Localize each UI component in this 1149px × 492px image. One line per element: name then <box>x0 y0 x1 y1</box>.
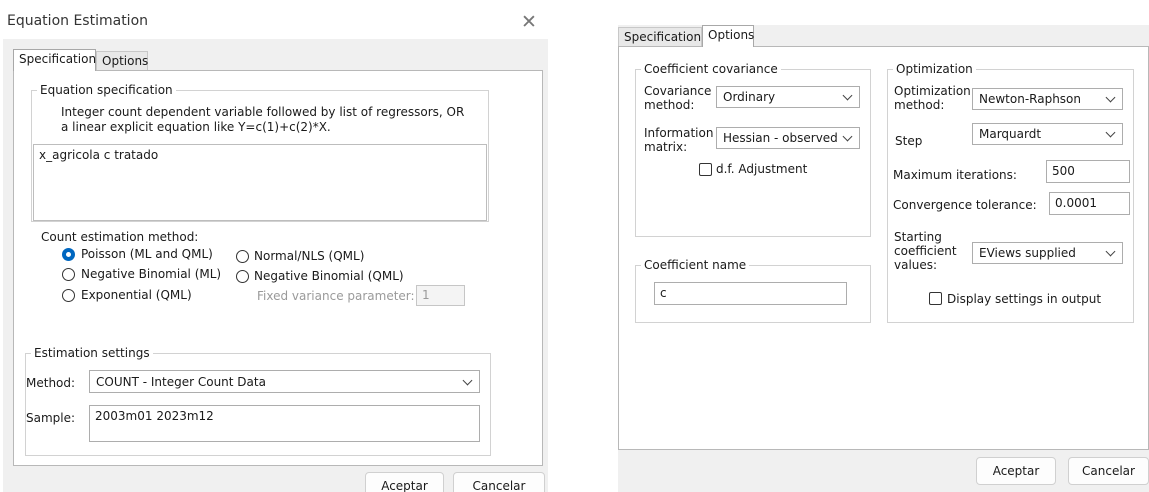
start-label-2: coefficient <box>894 244 957 258</box>
step-value: Marquardt <box>979 127 1042 141</box>
estimation-settings-label: Estimation settings <box>31 346 153 360</box>
tab-options[interactable]: Options <box>96 51 148 70</box>
cov-method-select[interactable]: Ordinary <box>716 86 860 108</box>
fixed-variance-label: Fixed variance parameter: <box>257 289 415 303</box>
fixed-variance-input[interactable]: 1 <box>416 285 465 306</box>
sample-input[interactable]: 2003m01 2023m12 <box>89 405 480 442</box>
sample-label: Sample: <box>26 411 76 425</box>
ok-button[interactable]: Aceptar <box>365 472 444 492</box>
dialog-title: Equation Estimation <box>7 13 149 29</box>
opt-method-label-2: method: <box>894 98 945 112</box>
tab-options-right[interactable]: Options <box>702 25 754 47</box>
equation-help-line2: a linear explicit equation like Y=c(1)+c… <box>61 120 331 134</box>
ok-button-right[interactable]: Aceptar <box>976 457 1056 485</box>
chevron-down-icon <box>1105 246 1116 257</box>
close-icon[interactable]: ✕ <box>516 9 542 35</box>
ok-button-right-label: Aceptar <box>992 464 1040 478</box>
radio-normal-nls-label: Normal/NLS (QML) <box>254 249 365 263</box>
chevron-down-icon <box>842 131 853 142</box>
radio-normal-nls[interactable] <box>236 250 249 263</box>
info-matrix-select[interactable]: Hessian - observed <box>716 127 860 149</box>
info-matrix-label-1: Information <box>644 126 714 140</box>
specification-page: Equation specification Integer count dep… <box>13 70 543 466</box>
start-values-value: EViews supplied <box>979 246 1076 260</box>
cov-method-value: Ordinary <box>723 90 776 104</box>
equation-input[interactable]: x_agricola c tratado <box>33 144 487 221</box>
equation-options-dialog: Specification Options Coefficient covari… <box>618 25 1149 492</box>
radio-poisson-label: Poisson (ML and QML) <box>81 247 213 261</box>
opt-method-select[interactable]: Newton-Raphson <box>972 88 1123 110</box>
info-matrix-value: Hessian - observed <box>723 131 838 145</box>
ok-button-label: Aceptar <box>381 479 428 492</box>
radio-negbin-ml[interactable] <box>62 268 75 281</box>
radio-negbin-ml-label: Negative Binomial (ML) <box>81 267 222 281</box>
tab-specification-right[interactable]: Specification <box>618 27 702 46</box>
equation-estimation-dialog: Equation Estimation ✕ Specification Opti… <box>3 6 548 492</box>
df-adjustment-checkbox[interactable] <box>699 163 712 176</box>
start-values-select[interactable]: EViews supplied <box>972 242 1123 264</box>
options-page: Coefficient covariance Covariance method… <box>618 46 1149 450</box>
method-select[interactable]: COUNT - Integer Count Data <box>89 370 480 393</box>
cov-method-label-1: Covariance <box>644 84 712 98</box>
chevron-down-icon <box>842 90 853 101</box>
conv-tol-input[interactable]: 0.0001 <box>1049 192 1130 215</box>
radio-poisson[interactable] <box>62 248 75 261</box>
start-label-3: values: <box>894 258 938 272</box>
chevron-down-icon <box>1105 92 1116 103</box>
radio-exponential-label: Exponential (QML) <box>81 288 192 302</box>
count-method-label: Count estimation method: <box>41 230 199 244</box>
cancel-button[interactable]: Cancelar <box>453 472 545 492</box>
chevron-down-icon <box>1105 127 1116 138</box>
coef-name-input[interactable]: c <box>654 282 847 305</box>
start-label-1: Starting <box>894 230 942 244</box>
tab-specification[interactable]: Specification <box>13 49 96 71</box>
display-settings-checkbox[interactable] <box>929 292 942 305</box>
max-iter-input[interactable]: 500 <box>1046 160 1130 183</box>
radio-negbin-qml-label: Negative Binomial (QML) <box>254 269 404 283</box>
cancel-button-label: Cancelar <box>472 479 526 492</box>
cancel-button-right[interactable]: Cancelar <box>1068 457 1149 485</box>
cov-method-label-2: method: <box>644 98 695 112</box>
radio-exponential[interactable] <box>62 289 75 302</box>
optimization-label: Optimization <box>893 62 976 76</box>
conv-tol-label: Convergence tolerance: <box>893 198 1037 212</box>
max-iter-label: Maximum iterations: <box>893 168 1017 182</box>
tab-strip-right: Specification Options <box>618 25 1149 47</box>
equation-help-line1: Integer count dependent variable followe… <box>61 105 465 119</box>
step-label: Step <box>895 134 923 148</box>
method-label: Method: <box>26 376 76 390</box>
method-select-value: COUNT - Integer Count Data <box>96 374 266 389</box>
equation-spec-label: Equation specification <box>37 83 176 97</box>
info-matrix-label-2: matrix: <box>644 140 688 154</box>
display-settings-label: Display settings in output <box>947 292 1102 306</box>
title-bar: Equation Estimation ✕ <box>3 6 548 39</box>
cancel-button-right-label: Cancelar <box>1082 464 1135 478</box>
step-select[interactable]: Marquardt <box>972 123 1123 145</box>
opt-method-value: Newton-Raphson <box>979 92 1082 106</box>
tab-strip: Specification Options <box>3 49 548 71</box>
df-adjustment-label: d.f. Adjustment <box>716 162 808 176</box>
coef-name-label: Coefficient name <box>641 258 750 272</box>
opt-method-label-1: Optimization <box>894 84 971 98</box>
radio-negbin-qml[interactable] <box>236 270 249 283</box>
coef-cov-label: Coefficient covariance <box>641 62 781 76</box>
chevron-down-icon <box>462 375 473 385</box>
